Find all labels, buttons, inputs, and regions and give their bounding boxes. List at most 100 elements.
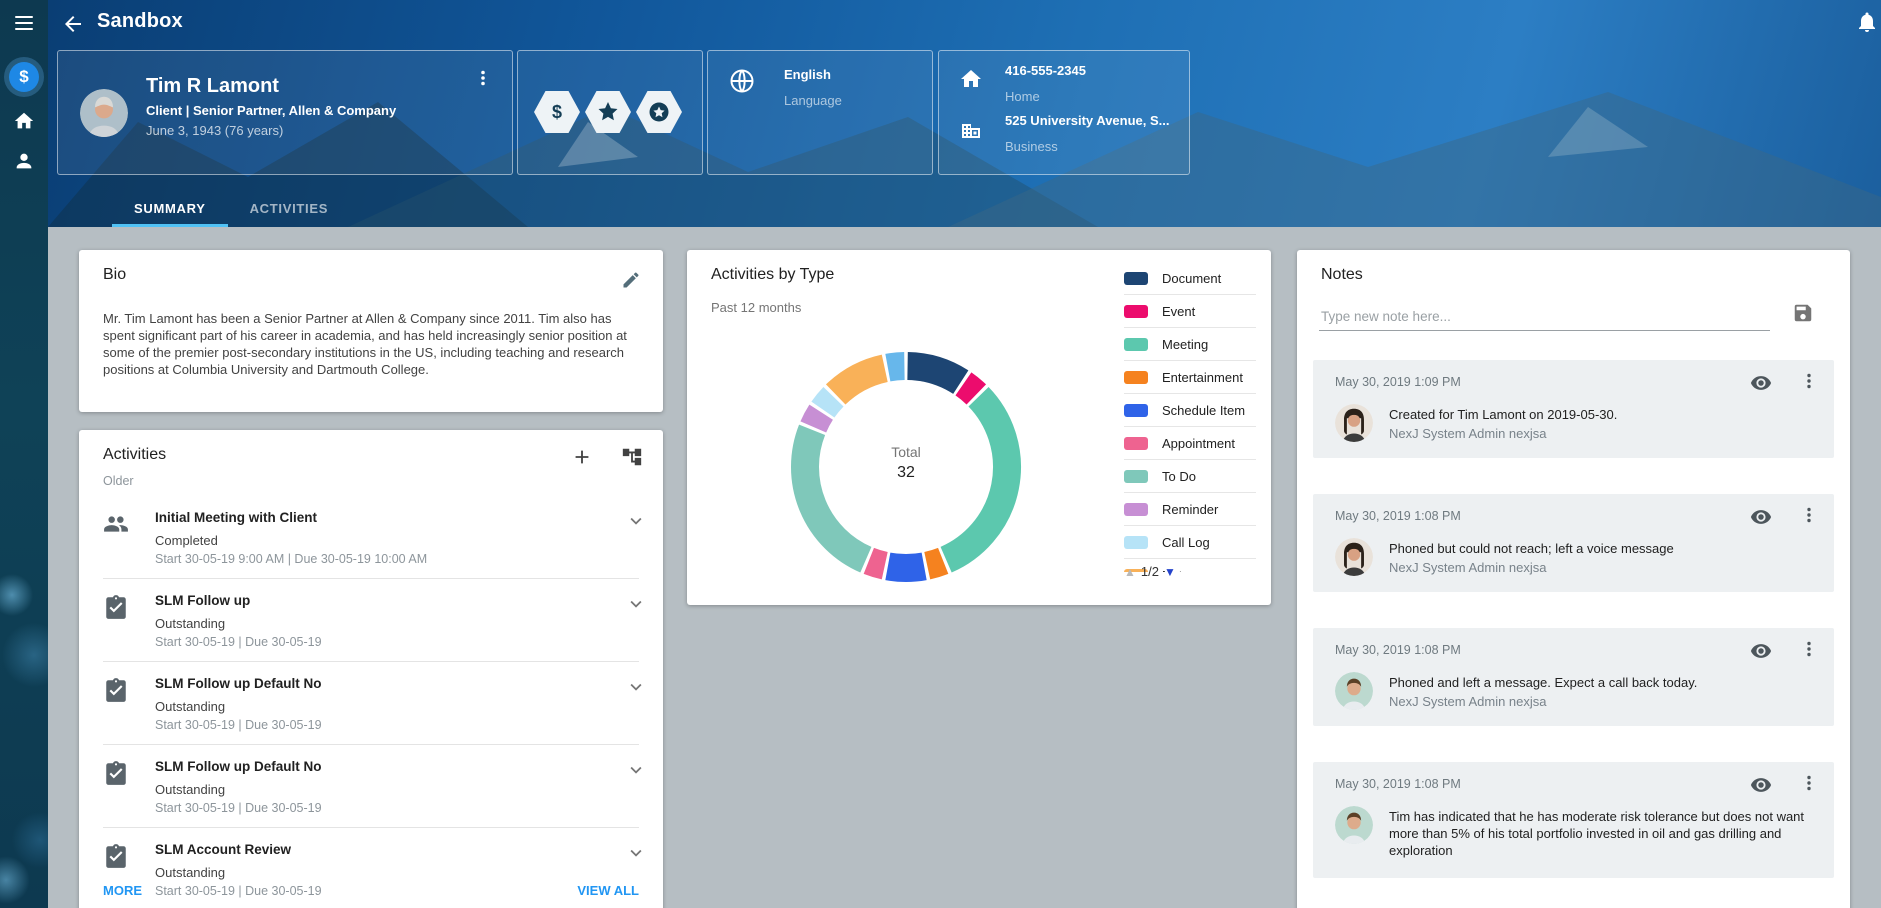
language-value[interactable]: English [784, 67, 831, 82]
edit-pencil-icon[interactable] [621, 270, 641, 290]
legend-item[interactable]: Call Log [1124, 525, 1256, 558]
notifications-bell-icon[interactable] [1855, 10, 1879, 34]
chevron-down-icon[interactable] [625, 510, 647, 532]
legend-item[interactable]: Reminder [1124, 492, 1256, 525]
home-icon[interactable] [13, 110, 35, 132]
new-note-input[interactable] [1319, 302, 1770, 331]
task-check-icon [103, 760, 129, 786]
hierarchy-tree-icon[interactable] [621, 446, 643, 468]
legend-item[interactable]: Appointment [1124, 426, 1256, 459]
eye-icon[interactable] [1750, 372, 1772, 394]
donut-segment-call-log[interactable] [823, 397, 834, 410]
back-arrow-icon[interactable] [61, 12, 85, 36]
note-timestamp: May 30, 2019 1:08 PM [1335, 642, 1816, 658]
legend-swatch [1124, 503, 1148, 516]
note-text: Phoned but could not reach; left a voice… [1389, 538, 1674, 557]
activity-dates: Start 30-05-19 | Due 30-05-19 [155, 800, 615, 816]
note-overflow-menu-icon[interactable] [1800, 774, 1818, 792]
person-icon[interactable] [13, 150, 35, 172]
donut-segment-appointment[interactable] [869, 561, 885, 566]
legend-pagination: ▲ 1/2 ▼ [1124, 564, 1176, 579]
star-badge-icon[interactable] [585, 91, 631, 133]
note-text: Tim has indicated that he has moderate r… [1389, 806, 1816, 859]
note-timestamp: May 30, 2019 1:08 PM [1335, 508, 1816, 524]
task-check-icon [103, 843, 129, 869]
activity-status: Completed [155, 532, 615, 549]
donut-segment-document[interactable] [908, 366, 961, 382]
note-overflow-menu-icon[interactable] [1800, 372, 1818, 390]
legend-label: Meeting [1162, 337, 1208, 352]
eye-icon[interactable] [1750, 640, 1772, 662]
client-name: Tim R Lamont [146, 75, 279, 98]
profile-avatar [80, 89, 128, 137]
note-text: Phoned and left a message. Expect a call… [1389, 672, 1697, 691]
legend-item[interactable]: Event [1124, 294, 1256, 327]
activity-title: SLM Follow up [155, 592, 615, 610]
legend-swatch [1124, 437, 1148, 450]
donut-segment-event[interactable] [963, 384, 976, 395]
chevron-down-icon[interactable] [625, 593, 647, 615]
legend-item[interactable]: Meeting [1124, 327, 1256, 360]
activity-status: Outstanding [155, 698, 615, 715]
activity-status: Outstanding [155, 864, 615, 881]
phone-label: Home [1005, 89, 1040, 104]
chevron-down-icon[interactable] [625, 676, 647, 698]
activities-card: Activities Older Initial Meeting with Cl… [79, 430, 663, 908]
tab-activities[interactable]: ACTIVITIES [228, 190, 351, 227]
note-overflow-menu-icon[interactable] [1800, 506, 1818, 524]
legend-item[interactable]: To Do [1124, 459, 1256, 492]
activities-by-type-card: Activities by Type Past 12 months Total … [687, 250, 1271, 605]
globe-icon [728, 67, 756, 95]
eye-icon[interactable] [1750, 774, 1772, 796]
donut-segment-note[interactable] [836, 368, 885, 394]
note-author-avatar [1335, 404, 1373, 442]
donut-segment-entertainment[interactable] [927, 561, 943, 566]
note-overflow-menu-icon[interactable] [1800, 640, 1818, 658]
dollar-badge-icon[interactable]: $ [534, 91, 580, 133]
home-contact-icon [959, 67, 983, 91]
legend-page-up-icon[interactable]: ▲ [1124, 565, 1136, 579]
legend-swatch [1124, 536, 1148, 549]
note-timestamp: May 30, 2019 1:09 PM [1335, 374, 1816, 390]
eye-icon[interactable] [1750, 506, 1772, 528]
profile-overflow-menu-icon[interactable] [474, 69, 492, 87]
add-activity-icon[interactable] [571, 446, 593, 468]
legend-swatch [1124, 470, 1148, 483]
chevron-down-icon[interactable] [625, 842, 647, 864]
legend-item[interactable]: Schedule Item [1124, 393, 1256, 426]
address-value[interactable]: 525 University Avenue, S... [1005, 113, 1170, 128]
view-all-link[interactable]: VIEW ALL [577, 883, 639, 898]
activity-status: Outstanding [155, 615, 615, 632]
note-entry: May 30, 2019 1:09 PM Created for Tim Lam… [1313, 360, 1834, 458]
star-circle-badge-icon[interactable] [636, 91, 682, 133]
legend-page-down-icon[interactable]: ▼ [1164, 565, 1176, 579]
language-label: Language [784, 93, 842, 108]
badges-card: $ [517, 50, 703, 175]
finance-dollar-icon[interactable]: $ [9, 62, 39, 92]
legend-label: To Do [1162, 469, 1196, 484]
more-link[interactable]: MORE [103, 883, 142, 898]
legend-swatch [1124, 404, 1148, 417]
activities-list: Initial Meeting with Client Completed St… [79, 496, 663, 908]
donut-segment-schedule-item[interactable] [888, 566, 924, 568]
legend-item[interactable]: Document [1124, 262, 1256, 294]
activity-row: Initial Meeting with Client Completed St… [79, 496, 663, 579]
legend-page-indicator: 1/2 [1141, 564, 1159, 579]
address-label: Business [1005, 139, 1058, 154]
legend-label: Event [1162, 304, 1195, 319]
task-check-icon [103, 594, 129, 620]
phone-value[interactable]: 416-555-2345 [1005, 63, 1086, 78]
legend-item[interactable]: Entertainment [1124, 360, 1256, 393]
save-note-icon[interactable] [1792, 302, 1814, 324]
donut-segment-reminder[interactable] [813, 412, 821, 427]
menu-icon[interactable] [15, 16, 33, 32]
donut-segment-phone-call[interactable] [888, 366, 905, 368]
legend-label: Appointment [1162, 436, 1235, 451]
bio-title: Bio [103, 266, 126, 284]
header-hero: Sandbox Tim R Lamont Client | Senior Par… [48, 0, 1881, 227]
page-title: Sandbox [97, 10, 183, 33]
activity-title: SLM Follow up Default No [155, 758, 615, 776]
activities-group-label: Older [103, 474, 134, 488]
tab-summary[interactable]: SUMMARY [112, 190, 228, 227]
chevron-down-icon[interactable] [625, 759, 647, 781]
